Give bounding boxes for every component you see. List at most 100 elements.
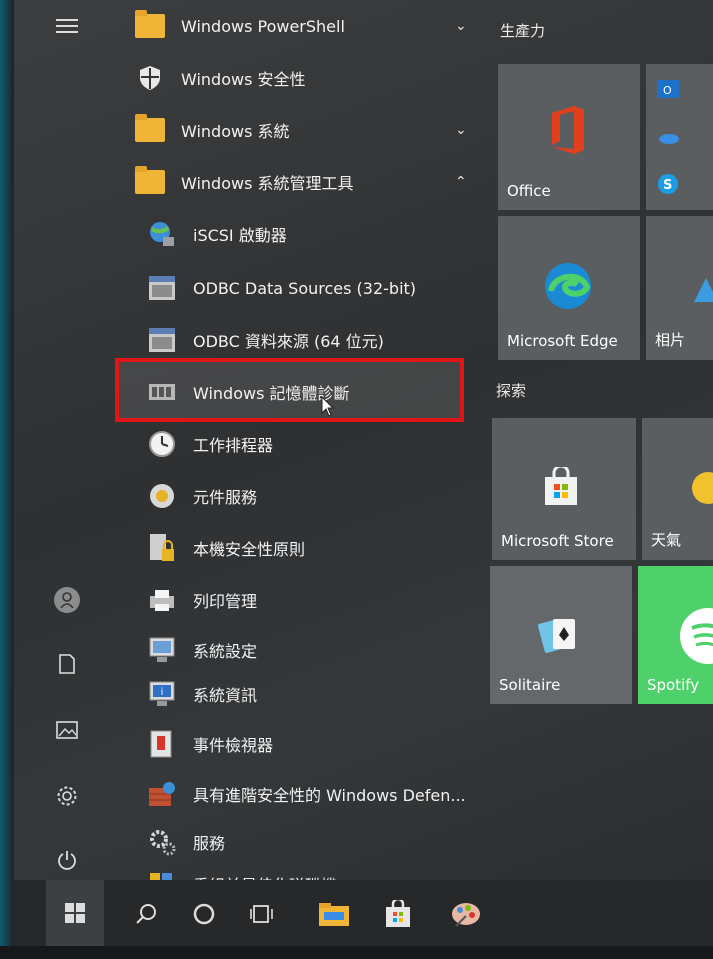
hamburger-icon[interactable] [49, 8, 85, 44]
windows-start-icon[interactable] [46, 880, 104, 946]
app-label: 系統設定 [193, 642, 258, 661]
tile-label: Solitaire [499, 676, 561, 694]
screen-bezel-left [0, 0, 14, 959]
system-info-icon: i [147, 679, 177, 709]
tile-label: Microsoft Store [501, 532, 614, 550]
app-label: 系統資訊 [193, 686, 258, 705]
tile-weather[interactable]: 天氣 [642, 418, 713, 560]
printer-icon [147, 585, 177, 615]
tile-spotify[interactable]: Spotify [638, 566, 713, 704]
odbc-icon [147, 273, 177, 303]
component-icon [147, 481, 177, 511]
solitaire-cards-icon [536, 612, 582, 658]
app-odbc-32[interactable]: ODBC Data Sources (32-bit) [119, 262, 479, 314]
group-title-explore: 探索 [496, 382, 527, 400]
tile-label: Office [507, 182, 551, 200]
chevron-up-icon: ⌃ [455, 174, 467, 190]
lock-policy-icon [147, 533, 177, 563]
iscsi-globe-icon [147, 219, 177, 249]
folder-icon [135, 114, 165, 145]
file-explorer-icon[interactable] [314, 894, 354, 934]
tile-microsoft-edge[interactable]: Microsoft Edge [498, 216, 640, 360]
app-label: 服務 [193, 834, 226, 853]
odbc-icon [147, 325, 177, 355]
gear-icon[interactable] [49, 778, 85, 814]
office-icon [538, 100, 598, 160]
app-label: 工作排程器 [193, 436, 274, 455]
app-system-information[interactable]: i 系統資訊 [119, 668, 479, 720]
app-windows-system-folder[interactable]: Windows 系統 ⌄ [119, 104, 479, 156]
svg-text:i: i [161, 687, 164, 698]
store-icon[interactable] [378, 894, 418, 934]
cortana-icon[interactable] [184, 894, 224, 934]
event-viewer-icon [147, 729, 177, 759]
mouse-cursor-icon [321, 396, 335, 417]
photos-icon [690, 268, 713, 308]
chevron-down-icon: ⌄ [455, 122, 467, 138]
paint-icon[interactable] [446, 894, 486, 934]
app-defragment-drives[interactable]: 重組並最佳化磁碟機 [119, 862, 479, 882]
app-windows-admin-tools-folder[interactable]: Windows 系統管理工具 ⌃ [119, 156, 479, 208]
tile-label: 天氣 [651, 531, 682, 549]
screen-bezel-bottom [0, 946, 713, 959]
app-component-services[interactable]: 元件服務 [119, 470, 479, 522]
app-label: Windows 系統管理工具 [181, 174, 354, 193]
app-label: Windows PowerShell [181, 16, 345, 36]
document-icon[interactable] [49, 646, 85, 682]
firewall-icon [147, 779, 177, 809]
app-task-scheduler[interactable]: 工作排程器 [119, 418, 479, 470]
app-label: 事件檢視器 [193, 736, 274, 755]
tile-label: 相片 [655, 331, 686, 349]
onedrive-icon [656, 126, 680, 148]
memory-chip-icon [147, 377, 177, 407]
app-local-security-policy[interactable]: 本機安全性原則 [119, 522, 479, 574]
tile-office[interactable]: Office [498, 64, 640, 210]
app-label: iSCSI 啟動器 [193, 226, 287, 245]
spotify-icon [678, 606, 713, 666]
app-label: Windows 安全性 [181, 70, 306, 89]
app-iscsi-initiator[interactable]: iSCSI 啟動器 [119, 208, 479, 260]
start-rail [14, 0, 119, 880]
svg-text:O: O [663, 84, 672, 97]
search-icon[interactable] [126, 894, 166, 934]
tile-solitaire[interactable]: Solitaire [490, 566, 632, 704]
start-menu: Windows PowerShell ⌄ Windows 安全性 Windows… [14, 0, 713, 946]
app-label: 列印管理 [193, 592, 258, 611]
task-view-icon[interactable] [242, 894, 282, 934]
app-label: ODBC Data Sources (32-bit) [193, 278, 417, 298]
app-print-management[interactable]: 列印管理 [119, 574, 479, 626]
app-services[interactable]: 服務 [119, 816, 479, 868]
app-label: 元件服務 [193, 488, 258, 507]
edge-icon [540, 258, 596, 314]
tile-microsoft-store[interactable]: Microsoft Store [492, 418, 636, 560]
system-config-icon [147, 635, 177, 665]
store-icon [536, 462, 586, 512]
tile-office-apps-folder[interactable]: O S [646, 64, 713, 210]
folder-icon [135, 166, 165, 197]
folder-icon [135, 10, 165, 41]
taskbar [14, 880, 713, 946]
power-icon[interactable] [49, 842, 85, 878]
app-label: 本機安全性原則 [193, 540, 306, 559]
tile-photos[interactable]: 相片 [646, 216, 713, 360]
app-windows-security[interactable]: Windows 安全性 [119, 52, 479, 104]
app-label: 具有進階安全性的 Windows Defen... [193, 786, 466, 805]
services-gear-icon [147, 827, 177, 857]
clock-icon [147, 429, 177, 459]
user-icon[interactable] [49, 582, 85, 618]
svg-text:S: S [663, 178, 672, 193]
sun-icon [686, 468, 713, 508]
group-title-productivity: 生產力 [500, 22, 546, 40]
tile-label: Spotify [647, 676, 700, 694]
chevron-down-icon: ⌄ [455, 18, 467, 34]
app-windows-memory-diagnostic[interactable]: Windows 記憶體診斷 [119, 366, 479, 418]
app-windows-powershell-folder[interactable]: Windows PowerShell ⌄ [119, 0, 479, 52]
tile-label: Microsoft Edge [507, 332, 618, 350]
app-event-viewer[interactable]: 事件檢視器 [119, 718, 479, 770]
pictures-icon[interactable] [49, 712, 85, 748]
skype-icon: S [656, 172, 680, 196]
app-label: Windows 系統 [181, 122, 290, 141]
outlook-icon: O [656, 78, 680, 100]
app-label: ODBC 資料來源 (64 位元) [193, 332, 384, 351]
app-windows-defender-firewall[interactable]: 具有進階安全性的 Windows Defen... [119, 768, 479, 820]
